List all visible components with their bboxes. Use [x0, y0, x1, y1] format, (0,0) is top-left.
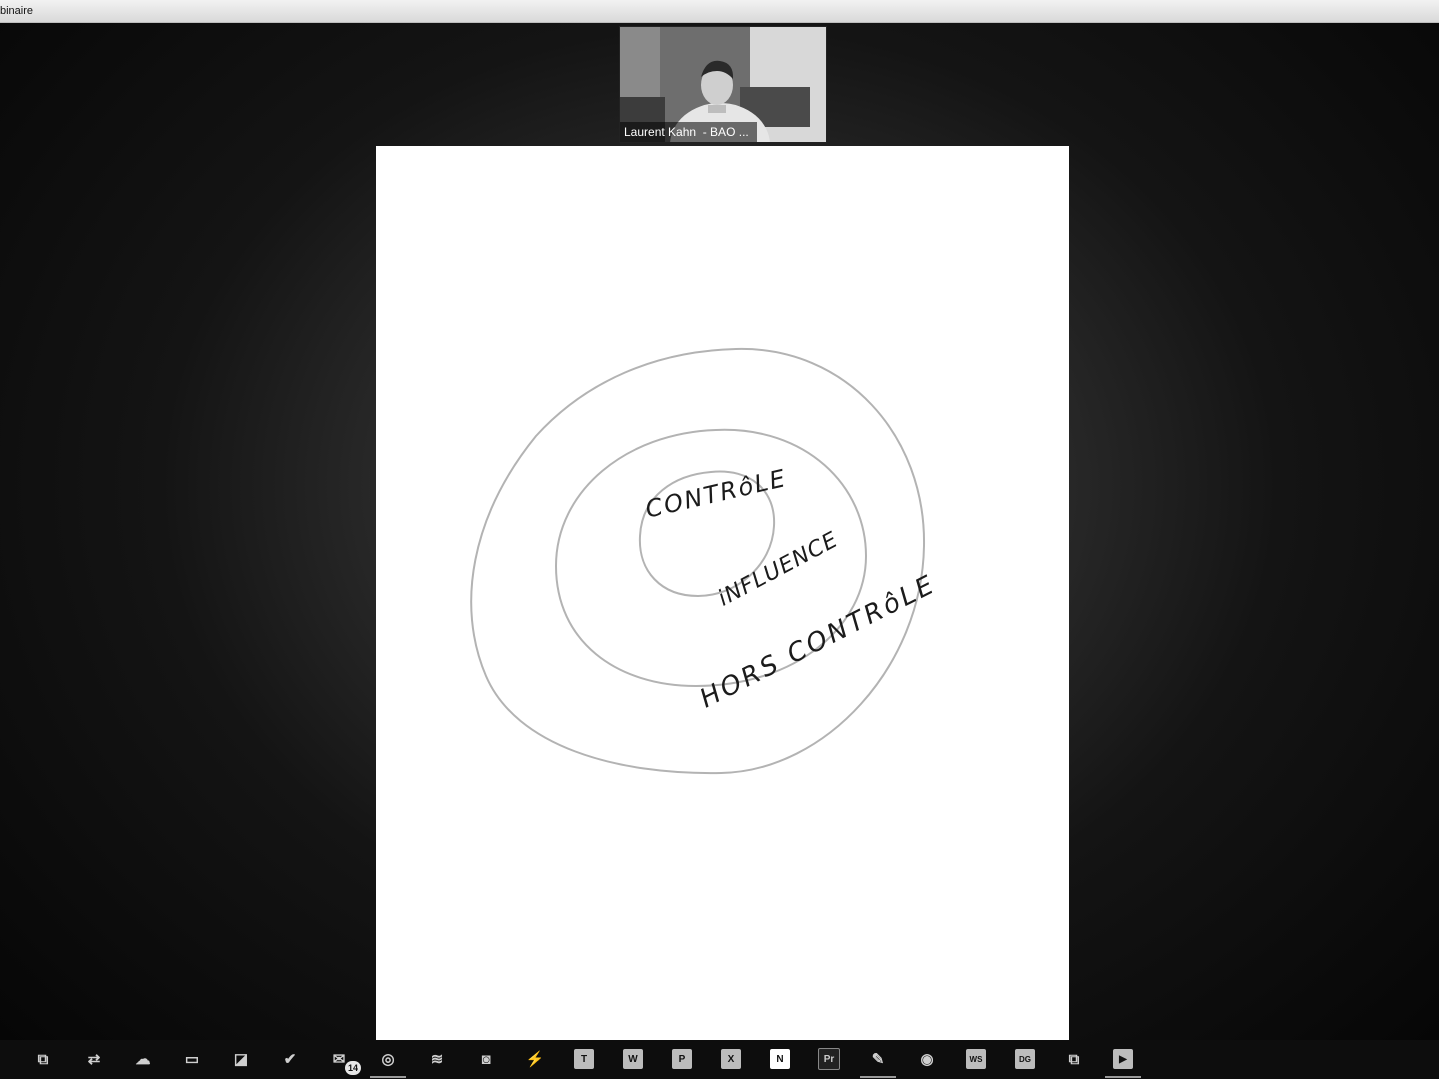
window-switch-icon[interactable]: ⧉: [1062, 1047, 1086, 1071]
participant-name: Laurent Kahn - BAO ...: [620, 122, 757, 142]
webstorm-icon[interactable]: WS: [964, 1047, 988, 1071]
zoom-icon[interactable]: ▶: [1105, 1047, 1141, 1078]
github-icon[interactable]: ◉: [915, 1047, 939, 1071]
chrome-icon[interactable]: ◎: [370, 1047, 406, 1078]
premiere-icon[interactable]: Pr: [817, 1047, 841, 1071]
excel-icon[interactable]: X: [719, 1047, 743, 1071]
sticky-notes-icon[interactable]: ◪: [229, 1047, 253, 1071]
messenger-icon[interactable]: ⚡: [523, 1047, 547, 1071]
datagrip-icon[interactable]: DG: [1013, 1047, 1037, 1071]
task-view-icon[interactable]: ⧉: [31, 1047, 55, 1071]
zoom-meeting-window: binaire Laurent Kahn - BAO ... CONTRôLE …: [0, 0, 1439, 1079]
mail-unread-badge: 14: [345, 1061, 361, 1075]
outer-circle: [470, 347, 926, 775]
mail-icon[interactable]: ✉ 14: [327, 1047, 361, 1075]
cloud-icon[interactable]: ☁: [131, 1047, 155, 1071]
shared-whiteboard: CONTRôLE iNFLUENCE HORS CONTRôLE: [376, 146, 1069, 1040]
word-icon[interactable]: W: [621, 1047, 645, 1071]
notion-icon[interactable]: N: [768, 1047, 792, 1071]
participant-video-tile[interactable]: Laurent Kahn - BAO ...: [619, 26, 827, 143]
teamviewer-icon[interactable]: ⇄: [82, 1047, 106, 1071]
file-explorer-icon[interactable]: ▭: [180, 1047, 204, 1071]
discord-icon[interactable]: ◙: [474, 1047, 498, 1071]
teams-icon[interactable]: T: [572, 1047, 596, 1071]
drawing-app-icon[interactable]: ✎: [860, 1047, 896, 1078]
spotify-icon[interactable]: ≋: [425, 1047, 449, 1071]
window-title: binaire: [0, 5, 34, 17]
title-bar: binaire: [0, 0, 1439, 23]
powerpoint-icon[interactable]: P: [670, 1047, 694, 1071]
todo-icon[interactable]: ✔: [278, 1047, 302, 1071]
taskbar: ⧉ ⇄ ☁ ▭ ◪ ✔ ✉ 14 ◎ ≋ ◙ ⚡ T W P X N Pr ✎ …: [0, 1040, 1439, 1079]
